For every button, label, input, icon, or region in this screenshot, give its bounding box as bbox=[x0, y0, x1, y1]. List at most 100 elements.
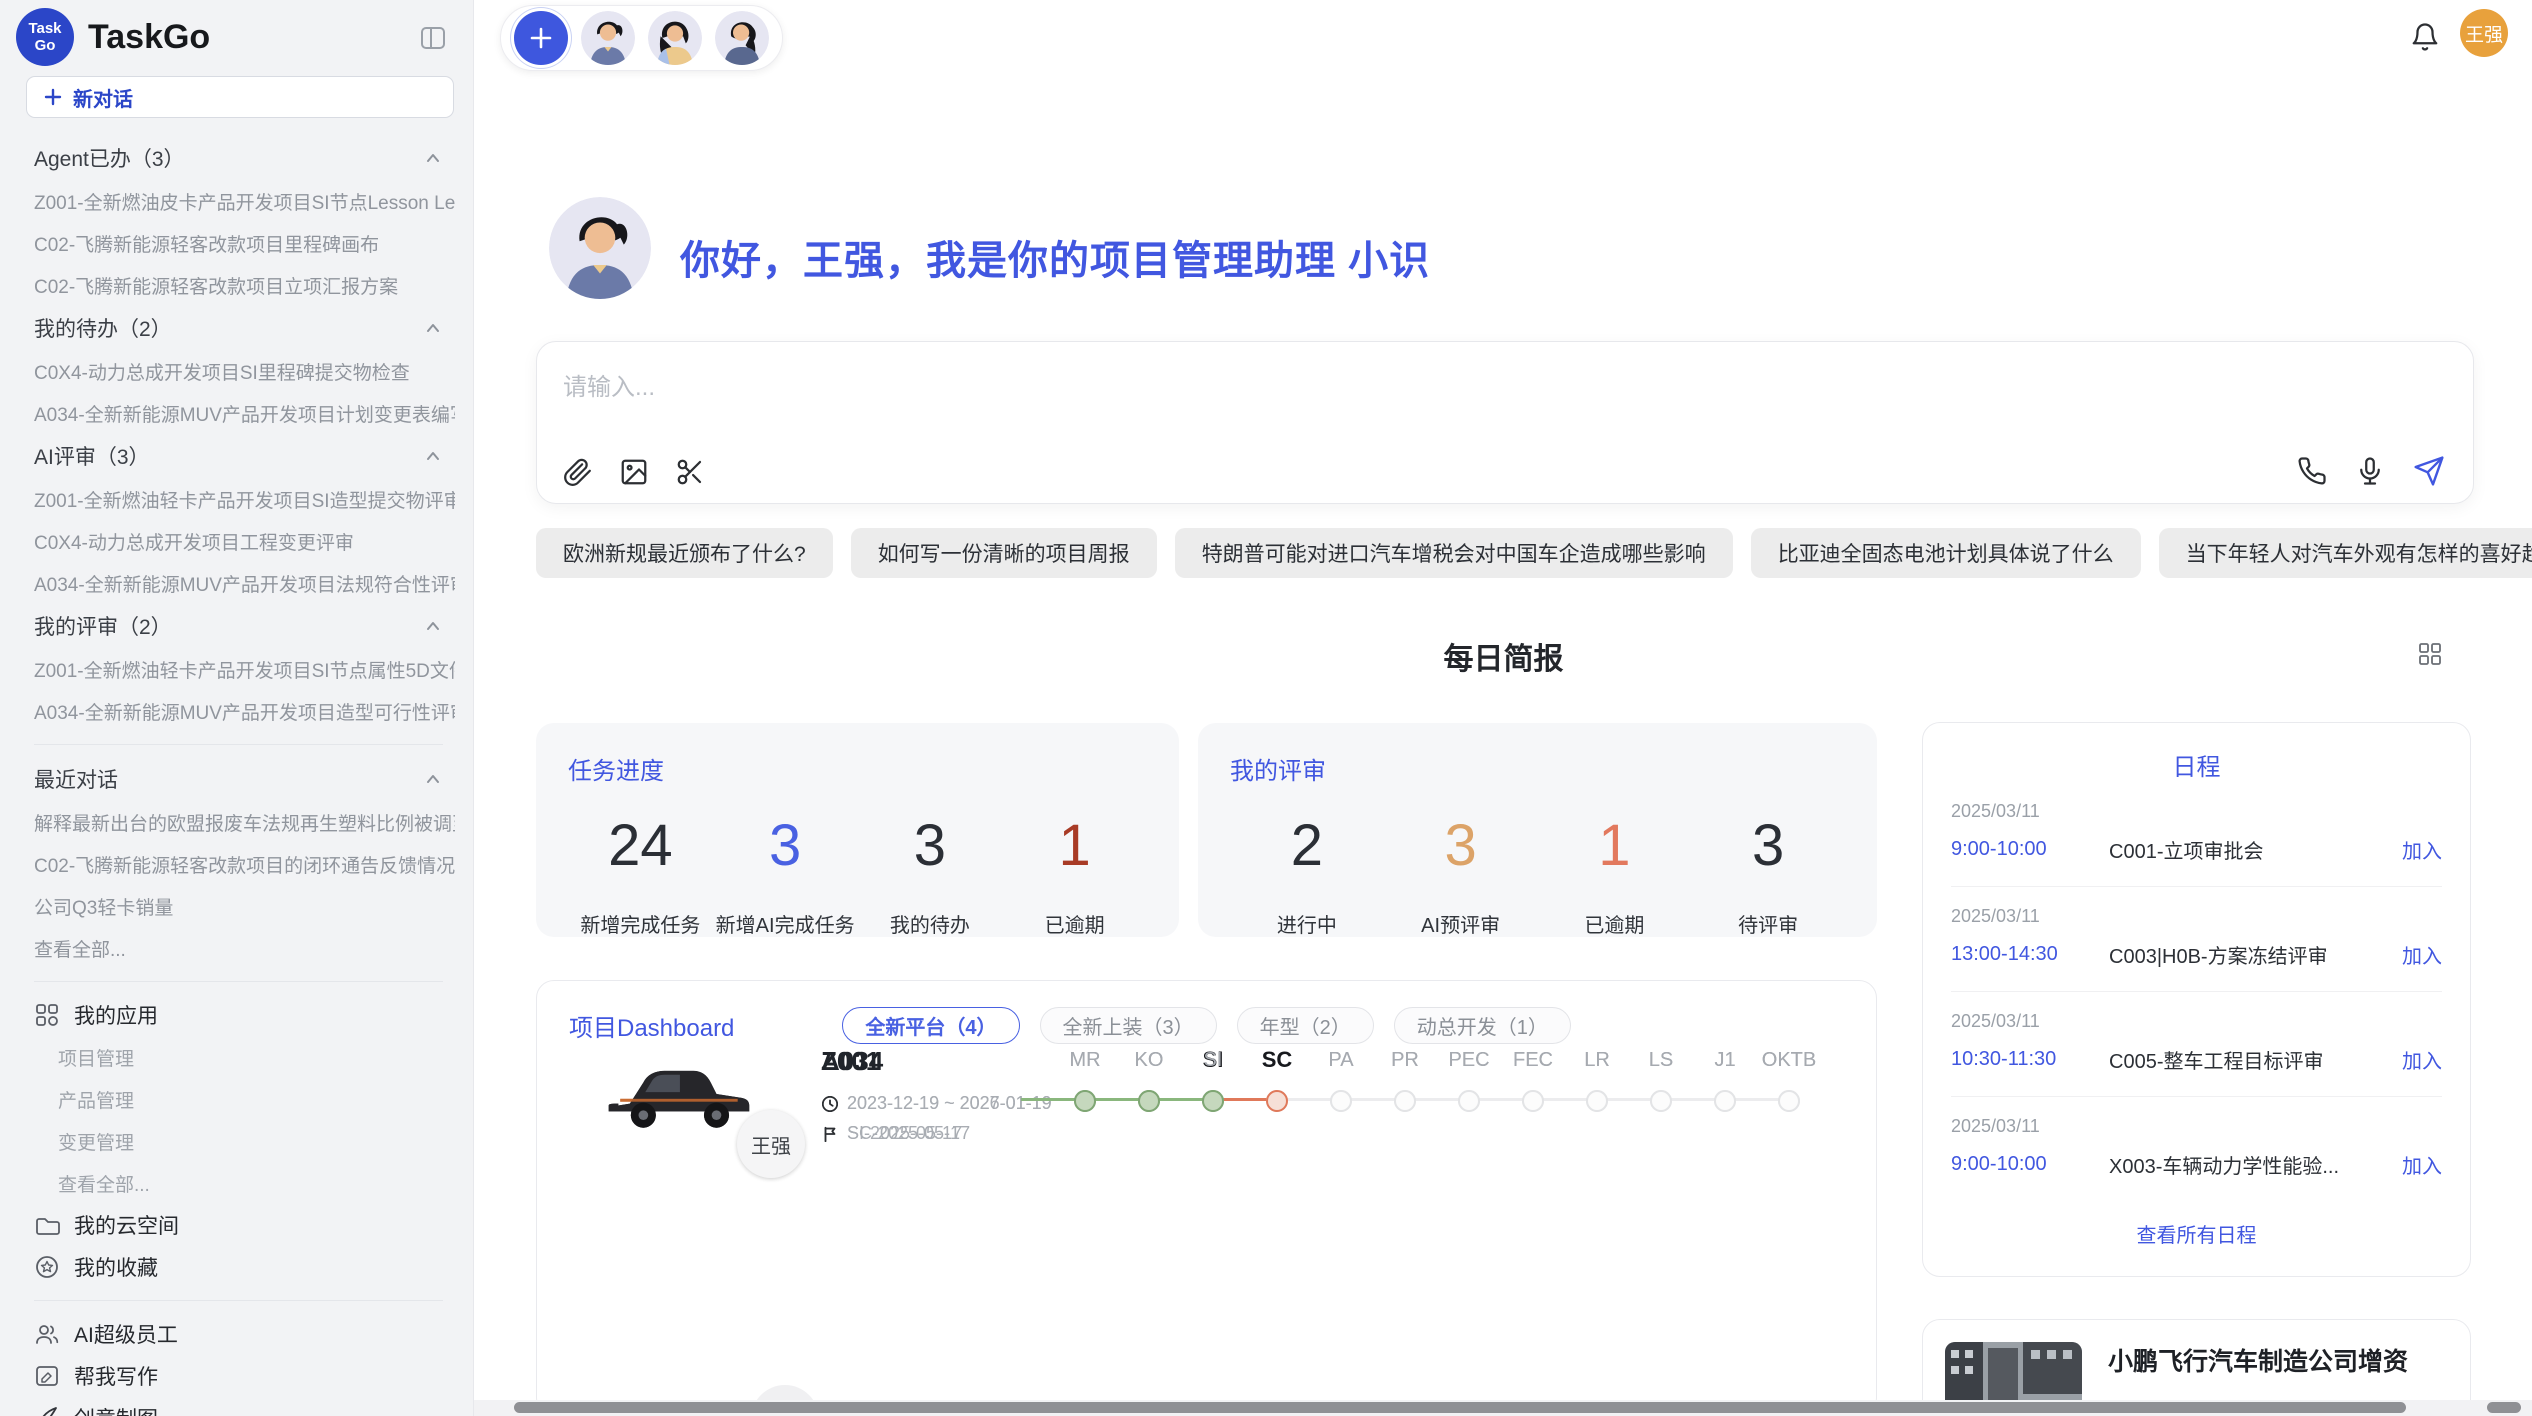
suggestion-chip[interactable]: 欧洲新规最近颁布了什么? bbox=[536, 528, 833, 578]
suggestion-chip[interactable]: 比亚迪全固态电池计划具体说了什么 bbox=[1751, 528, 2141, 578]
milestone-label: LS bbox=[1629, 1046, 1693, 1074]
horizontal-scrollbar-thumb[interactable] bbox=[514, 1402, 2406, 1413]
agent-avatar[interactable] bbox=[581, 11, 635, 65]
sidebar-item-ai-staff[interactable]: AI超级员工 bbox=[34, 1313, 455, 1355]
voice-call-icon[interactable] bbox=[2297, 456, 2327, 486]
stat: 3 新增AI完成任务 bbox=[713, 812, 858, 938]
chat-input[interactable] bbox=[563, 364, 2447, 412]
new-chat-button[interactable]: 新对话 bbox=[26, 76, 454, 118]
insert-image-icon[interactable] bbox=[619, 457, 649, 487]
milestone-dot[interactable] bbox=[1522, 1090, 1544, 1112]
sidebar-task-item[interactable]: C02-飞腾新能源轻客改款项目立项汇报方案 bbox=[34, 264, 455, 306]
dashboard-tab[interactable]: 年型（2） bbox=[1237, 1007, 1374, 1044]
apps-view-all[interactable]: 查看全部... bbox=[34, 1162, 455, 1204]
assistant-avatar bbox=[549, 197, 651, 299]
milestone-dot[interactable] bbox=[1074, 1090, 1096, 1112]
dashboard-tabs: 全新平台（4） 全新上装（3） 年型（2） 动总开发（1） bbox=[842, 1007, 1571, 1044]
suggestion-chip[interactable]: 当下年轻人对汽车外观有怎样的喜好趋势 bbox=[2159, 528, 2532, 578]
dashboard-tab[interactable]: 全新上装（3） bbox=[1040, 1007, 1217, 1044]
divider bbox=[34, 981, 443, 982]
favorites-label: 我的收藏 bbox=[74, 1252, 158, 1282]
project-row[interactable]: 王强 A034 2023-12-19 ~ 2026-01-19 SC-2025-… bbox=[601, 1044, 1852, 1184]
view-all-schedule-link[interactable]: 查看所有日程 bbox=[1951, 1219, 2442, 1248]
join-meeting-link[interactable]: 加入 bbox=[2402, 940, 2442, 969]
agent-avatar[interactable] bbox=[648, 11, 702, 65]
stat-value: 1 bbox=[1002, 812, 1147, 879]
milestone-dot[interactable] bbox=[1394, 1090, 1416, 1112]
suggestion-chip[interactable]: 特朗普可能对进口汽车增税会对中国车企造成哪些影响 bbox=[1175, 528, 1733, 578]
sidebar-item-creative-draw[interactable]: 创意制图 bbox=[34, 1397, 455, 1416]
sidebar-item-my-apps[interactable]: 我的应用 bbox=[34, 994, 455, 1036]
microphone-icon[interactable] bbox=[2355, 456, 2385, 486]
my-apps-label: 我的应用 bbox=[74, 1000, 158, 1030]
section-header[interactable]: AI评审（3） bbox=[34, 434, 455, 478]
app-item[interactable]: 变更管理 bbox=[34, 1120, 455, 1162]
milestone-label: PEC bbox=[1437, 1046, 1501, 1074]
sidebar-task-item[interactable]: Z001-全新燃油轻卡产品开发项目SI造型提交物评审 bbox=[34, 478, 455, 520]
milestone-label: MR bbox=[1053, 1046, 1117, 1074]
sidebar-task-item[interactable]: C0X4-动力总成开发项目工程变更评审 bbox=[34, 520, 455, 562]
sidebar-task-item[interactable]: C0X4-动力总成开发项目SI里程碑提交物检查 bbox=[34, 350, 455, 392]
send-icon[interactable] bbox=[2413, 455, 2445, 487]
suggestion-chip[interactable]: 如何写一份清晰的项目周报 bbox=[851, 528, 1157, 578]
milestone-dot[interactable] bbox=[1266, 1090, 1288, 1112]
stat-label: 已逾期 bbox=[1002, 909, 1147, 938]
milestone-dot[interactable] bbox=[1778, 1090, 1800, 1112]
user-name: 王强 bbox=[2465, 20, 2503, 47]
milestone-dot[interactable] bbox=[1458, 1090, 1480, 1112]
join-meeting-link[interactable]: 加入 bbox=[2402, 1045, 2442, 1074]
section-header[interactable]: 我的待办（2） bbox=[34, 306, 455, 350]
chevron-up-icon bbox=[423, 318, 443, 338]
section-header[interactable]: 我的评审（2） bbox=[34, 604, 455, 648]
recent-view-all[interactable]: 查看全部... bbox=[34, 927, 455, 969]
join-meeting-link[interactable]: 加入 bbox=[2402, 835, 2442, 864]
section-header[interactable]: Agent已办（3） bbox=[34, 136, 455, 180]
milestone: PA bbox=[1309, 1046, 1373, 1184]
notification-bell-icon[interactable] bbox=[2410, 22, 2440, 52]
sidebar-item-help-write[interactable]: 帮我写作 bbox=[34, 1355, 455, 1397]
schedule-date: 2025/03/11 bbox=[1951, 906, 2442, 927]
agent-avatar[interactable] bbox=[715, 11, 769, 65]
layout-grid-icon[interactable] bbox=[2417, 641, 2443, 667]
user-avatar[interactable]: 王强 bbox=[2460, 9, 2508, 57]
recent-chat-item[interactable]: C02-飞腾新能源轻客改款项目的闭环通告反馈情况 bbox=[34, 843, 455, 885]
app-item[interactable]: 项目管理 bbox=[34, 1036, 455, 1078]
attach-file-icon[interactable] bbox=[563, 457, 593, 487]
recent-chats-header[interactable]: 最近对话 bbox=[34, 757, 455, 801]
dashboard-tab[interactable]: 动总开发（1） bbox=[1394, 1007, 1571, 1044]
collapse-sidebar-icon[interactable] bbox=[419, 24, 447, 52]
milestone-dot[interactable] bbox=[1330, 1090, 1352, 1112]
sidebar-item-cloud-space[interactable]: 我的云空间 bbox=[34, 1204, 455, 1246]
app-item[interactable]: 产品管理 bbox=[34, 1078, 455, 1120]
milestone: FEC bbox=[1501, 1046, 1565, 1184]
stat-label: 已逾期 bbox=[1538, 909, 1692, 938]
sidebar-task-item[interactable]: A034-全新新能源MUV产品开发项目造型可行性评审 bbox=[34, 690, 455, 732]
section-items: C0X4-动力总成开发项目SI里程碑提交物检查A034-全新新能源MUV产品开发… bbox=[34, 350, 455, 434]
schedule-items: 2025/03/11 9:00-10:00 C001-立项审批会 加入 2025… bbox=[1951, 782, 2442, 1201]
sidebar-task-item[interactable]: C02-飞腾新能源轻客改款项目里程碑画布 bbox=[34, 222, 455, 264]
secondary-scrollbar-thumb[interactable] bbox=[2487, 1402, 2521, 1413]
recent-chat-item[interactable]: 解释最新出台的欧盟报废车法规再生塑料比例被调至15%... bbox=[34, 801, 455, 843]
stat: 1 已逾期 bbox=[1002, 812, 1147, 938]
screenshot-scissors-icon[interactable] bbox=[675, 457, 705, 487]
milestone-dot[interactable] bbox=[1714, 1090, 1736, 1112]
horizontal-scrollbar-track[interactable] bbox=[474, 1400, 2532, 1416]
sidebar-task-item[interactable]: A034-全新新能源MUV产品开发项目法规符合性评审 bbox=[34, 562, 455, 604]
sidebar-task-item[interactable]: A034-全新新能源MUV产品开发项目计划变更表编写 bbox=[34, 392, 455, 434]
sidebar-task-item[interactable]: Z001-全新燃油轻卡产品开发项目SI节点属性5D文件评审 bbox=[34, 648, 455, 690]
add-session-button[interactable] bbox=[514, 11, 568, 65]
flag-icon bbox=[821, 1125, 839, 1143]
divider bbox=[34, 744, 443, 745]
join-meeting-link[interactable]: 加入 bbox=[2402, 1150, 2442, 1179]
sidebar-item-favorites[interactable]: 我的收藏 bbox=[34, 1246, 455, 1288]
milestone-label: J1 bbox=[1693, 1046, 1757, 1074]
news-title: 小鹏飞行汽车制造公司增资 bbox=[2108, 1342, 2448, 1378]
dashboard-title: 项目Dashboard bbox=[569, 1008, 734, 1043]
dashboard-tab[interactable]: 全新平台（4） bbox=[842, 1007, 1019, 1044]
recent-chat-item[interactable]: 公司Q3轻卡销量 bbox=[34, 885, 455, 927]
milestone-dot[interactable] bbox=[1586, 1090, 1608, 1112]
milestone-dot[interactable] bbox=[1650, 1090, 1672, 1112]
sidebar-task-item[interactable]: Z001-全新燃油皮卡产品开发项目SI节点Lesson Learn报告 bbox=[34, 180, 455, 222]
milestone-dot[interactable] bbox=[1202, 1090, 1224, 1112]
milestone-dot[interactable] bbox=[1138, 1090, 1160, 1112]
